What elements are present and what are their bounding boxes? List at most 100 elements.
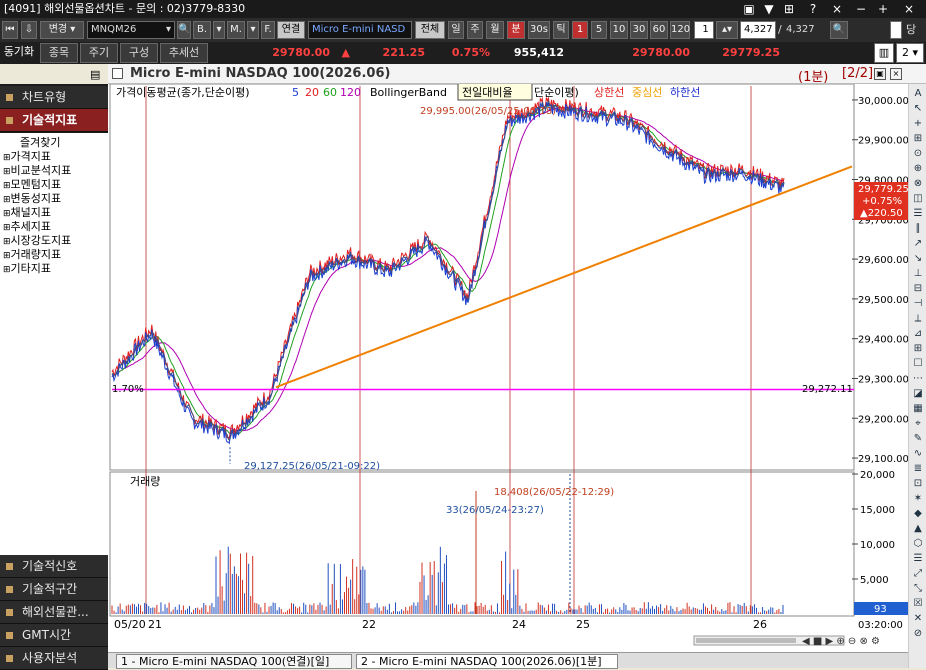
drawing-tool-icon[interactable]: ⊿ xyxy=(912,328,924,340)
drawing-tool-icon[interactable]: ⊣ xyxy=(912,298,924,310)
drawing-tool-icon[interactable]: ⊡ xyxy=(912,478,924,490)
sidebar-item-tech-indicator[interactable]: 기술적지표 xyxy=(0,109,108,132)
tree-item[interactable]: ⊞가격지표 xyxy=(3,150,51,165)
tab-trendline[interactable]: 추세선 xyxy=(160,43,208,63)
drawing-tool-icon[interactable]: ☰ xyxy=(912,553,924,565)
drawing-tool-icon[interactable]: ▲ xyxy=(912,523,924,535)
n10-button[interactable]: 10 xyxy=(610,21,628,39)
btn-f[interactable]: F. xyxy=(261,21,275,39)
interval-spinner[interactable]: ▴▾ xyxy=(716,21,738,39)
sidebar-item-tech-range[interactable]: 기술적구간 xyxy=(0,578,108,601)
tab-item[interactable]: 종목 xyxy=(40,43,78,63)
n5-button[interactable]: 5 xyxy=(591,21,607,39)
drawing-tool-icon[interactable]: ⊞ xyxy=(912,133,924,145)
interval-input[interactable]: 1 xyxy=(694,21,714,39)
chart-canvas[interactable]: 가격이동평균(종가,단순이평) 5 20 60 120 BollingerBan… xyxy=(108,84,908,652)
zoom-icon[interactable]: 🔍 xyxy=(830,21,848,39)
period-tick-button[interactable]: 틱 xyxy=(553,21,569,39)
minimize-icon[interactable]: − xyxy=(852,0,870,18)
btn-m-arrow[interactable]: ▾ xyxy=(247,21,259,39)
n1-button[interactable]: 1 xyxy=(572,21,588,39)
drawing-tool-icon[interactable]: ⊞ xyxy=(912,343,924,355)
drawing-tool-icon[interactable]: ✕ xyxy=(912,613,924,625)
tab-compose[interactable]: 구성 xyxy=(120,43,158,63)
drawing-tool-icon[interactable]: ≣ xyxy=(912,463,924,475)
period-month-button[interactable]: 월 xyxy=(486,21,504,39)
drawing-tool-icon[interactable]: ◪ xyxy=(912,388,924,400)
help-icon[interactable]: ? xyxy=(804,0,822,18)
chart-checkbox[interactable] xyxy=(112,68,123,79)
tree-item[interactable]: 즐겨찾기 xyxy=(20,136,60,150)
period-30s-button[interactable]: 30s xyxy=(528,21,550,39)
change-dropdown[interactable]: 변경 ▾ xyxy=(40,21,84,39)
drawing-tool-icon[interactable]: ✶ xyxy=(912,493,924,505)
drawing-tool-icon[interactable]: + xyxy=(912,118,924,130)
sidebar-item-gmt[interactable]: GMT시간 xyxy=(0,624,108,647)
drawing-tool-icon[interactable]: ◫ xyxy=(912,193,924,205)
count-input[interactable]: 4,327 xyxy=(740,21,776,39)
btn-b[interactable]: B. xyxy=(193,21,211,39)
tree-item[interactable]: ⊞기타지표 xyxy=(3,262,51,277)
drawing-tool-icon[interactable]: ⊗ xyxy=(912,178,924,190)
sync-label[interactable]: 동기화 xyxy=(0,43,38,63)
drawing-tool-icon[interactable]: ⤡ xyxy=(912,583,924,595)
n60-button[interactable]: 60 xyxy=(650,21,668,39)
n120-button[interactable]: 120 xyxy=(670,21,690,39)
sidebar-item-tech-signal[interactable]: 기술적신호 xyxy=(0,555,108,578)
maximize-icon[interactable]: + xyxy=(874,0,892,18)
layout-icon[interactable]: ▥ xyxy=(874,43,894,63)
drawing-tool-icon[interactable]: ☒ xyxy=(912,598,924,610)
n30-button[interactable]: 30 xyxy=(630,21,648,39)
drawing-tool-icon[interactable]: ↖ xyxy=(912,103,924,115)
menu-icon[interactable]: ▤ xyxy=(90,68,100,81)
drawing-tool-icon[interactable]: ◆ xyxy=(912,508,924,520)
sidebar-item-chart-type[interactable]: 차트유형 xyxy=(0,86,108,109)
drawing-tool-icon[interactable]: ⊙ xyxy=(912,148,924,160)
restore-icon[interactable]: ▣ xyxy=(874,68,886,80)
first-icon[interactable]: ⏮ xyxy=(2,21,18,39)
tree-item[interactable]: ⊞추세지표 xyxy=(3,220,51,235)
tab-period[interactable]: 주기 xyxy=(80,43,118,63)
drawing-tool-icon[interactable]: ☰ xyxy=(912,208,924,220)
period-all-button[interactable]: 전체 xyxy=(415,21,445,39)
pin-icon[interactable]: ▣ xyxy=(740,0,758,18)
link-icon[interactable]: ⊞ xyxy=(780,0,798,18)
search-icon[interactable]: 🔍 xyxy=(177,21,191,39)
drawing-tool-icon[interactable]: ⬡ xyxy=(912,538,924,550)
drawing-tool-icon[interactable]: ☐ xyxy=(912,358,924,370)
drawing-tool-icon[interactable]: ⊘ xyxy=(912,628,924,640)
tree-item[interactable]: ⊞거래량지표 xyxy=(3,248,61,263)
btn-m[interactable]: M. xyxy=(227,21,245,39)
chart-close-icon[interactable]: × xyxy=(890,68,902,80)
tab-chart-1[interactable]: 1 - Micro E-mini NASDAQ 100(연결)[일] xyxy=(116,654,352,669)
drawing-tool-icon[interactable]: ↗ xyxy=(912,238,924,250)
tab-chart-2[interactable]: 2 - Micro E-mini NASDAQ 100(2026.06)[1분] xyxy=(356,654,618,669)
btn-b-arrow[interactable]: ▾ xyxy=(213,21,225,39)
tree-item[interactable]: ⊞비교분석지표 xyxy=(3,164,71,179)
drawing-tool-icon[interactable]: ⋯ xyxy=(912,373,924,385)
tree-item[interactable]: ⊞채널지표 xyxy=(3,206,51,221)
drawing-tool-icon[interactable]: ⊟ xyxy=(912,283,924,295)
drawing-tool-icon[interactable]: ✎ xyxy=(912,433,924,445)
close-all-icon[interactable]: × xyxy=(828,0,846,18)
drawing-tool-icon[interactable]: ∥ xyxy=(912,223,924,235)
tree-item[interactable]: ⊞시장강도지표 xyxy=(3,234,71,249)
drawing-tool-icon[interactable]: ⊕ xyxy=(912,163,924,175)
drawing-tool-icon[interactable]: ⟂ xyxy=(912,313,924,325)
drawing-tool-icon[interactable]: ⊥ xyxy=(912,268,924,280)
page-select[interactable]: 2 ▾ xyxy=(896,43,924,63)
period-week-button[interactable]: 주 xyxy=(467,21,483,39)
download-icon[interactable]: ⇩ xyxy=(21,21,37,39)
sidebar-item-user-analysis[interactable]: 사용자분석 xyxy=(0,647,108,670)
filter-icon[interactable]: ▼ xyxy=(760,0,778,18)
link-button[interactable]: 연결 xyxy=(277,21,305,39)
tree-item[interactable]: ⊞모멘텀지표 xyxy=(3,178,61,193)
period-day-button[interactable]: 일 xyxy=(448,21,464,39)
drawing-tool-icon[interactable]: ⤢ xyxy=(912,568,924,580)
drawing-tool-icon[interactable]: ↘ xyxy=(912,253,924,265)
chart-scroll-thumb[interactable] xyxy=(696,638,796,643)
period-minute-button[interactable]: 분 xyxy=(507,21,525,39)
drawing-tool-icon[interactable]: ∿ xyxy=(912,448,924,460)
scroll-controls-icon[interactable]: ◀ ■ ▶ ⊕ ⊖ ⊗ ⚙ xyxy=(802,636,880,647)
drawing-tool-icon[interactable]: A xyxy=(912,88,924,100)
